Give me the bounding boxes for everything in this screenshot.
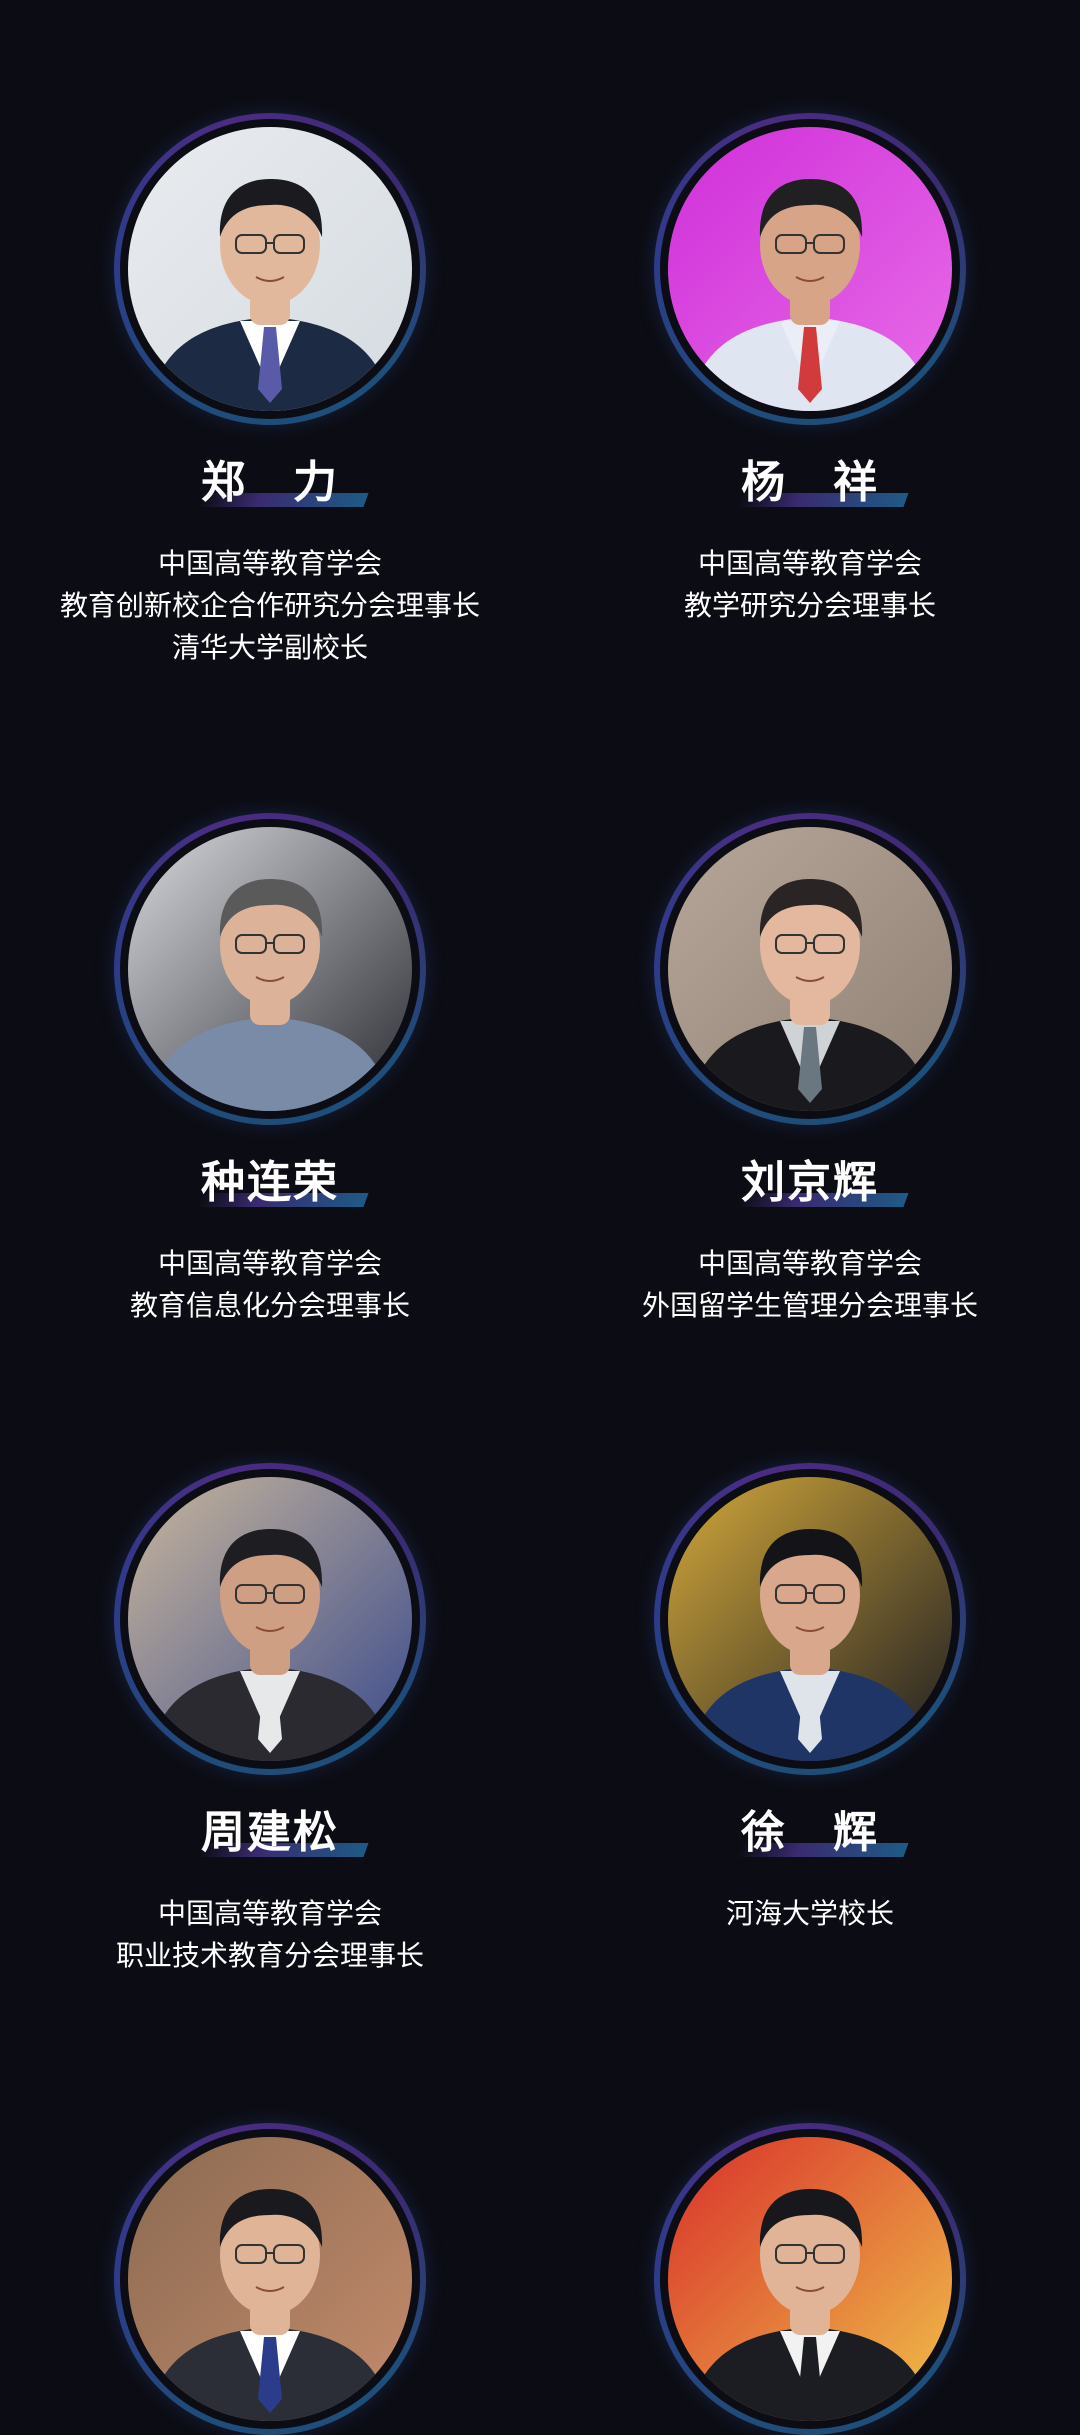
- speaker-photo[interactable]: [668, 2137, 952, 2421]
- portrait-ring: [654, 113, 966, 425]
- portrait-ring: [654, 1463, 966, 1775]
- portrait-illustration: [668, 1477, 952, 1761]
- speaker-titles: 中国高等教育学会 教育创新校企合作研究分会理事长 清华大学副校长: [0, 543, 540, 669]
- speaker-name: 杨 祥: [741, 457, 879, 508]
- speaker-card[interactable]: 郑 力 中国高等教育学会 教育创新校企合作研究分会理事长 清华大学副校长: [0, 113, 540, 669]
- portrait-ring: [654, 2123, 966, 2435]
- speaker-name-block: 杨 祥: [710, 453, 910, 513]
- portrait-illustration: [668, 827, 952, 1111]
- speaker-photo[interactable]: [128, 827, 412, 1111]
- speaker-photo[interactable]: [668, 127, 952, 411]
- portrait-illustration: [128, 127, 412, 411]
- portrait-illustration: [128, 827, 412, 1111]
- speaker-photo[interactable]: [128, 2137, 412, 2421]
- speaker-titles: 河海大学校长: [540, 1893, 1080, 1935]
- speaker-title-line: 清华大学副校长: [171, 631, 368, 664]
- speaker-title-line: 中国高等教育学会: [697, 1247, 922, 1280]
- speaker-title-line: 中国高等教育学会: [697, 547, 922, 580]
- speaker-card[interactable]: 徐 辉 河海大学校长: [540, 1463, 1080, 1935]
- speaker-photo[interactable]: [128, 1477, 412, 1761]
- speaker-photo[interactable]: [668, 827, 952, 1111]
- speaker-name-block: 周建松: [170, 1803, 370, 1863]
- speaker-card[interactable]: 刘京辉 中国高等教育学会 外国留学生管理分会理事长: [540, 813, 1080, 1327]
- speaker-titles: 中国高等教育学会 外国留学生管理分会理事长: [540, 1243, 1080, 1327]
- speaker-title-line: 教学研究分会理事长: [683, 589, 936, 622]
- portrait-ring: [654, 813, 966, 1125]
- portrait-ring: [114, 113, 426, 425]
- speaker-card[interactable]: [0, 2123, 540, 2435]
- speaker-title-line: 职业技术教育分会理事长: [115, 1939, 424, 1972]
- portrait-ring: [114, 2123, 426, 2435]
- speaker-title-line: 中国高等教育学会: [157, 1897, 382, 1930]
- portrait-ring: [114, 1463, 426, 1775]
- portrait-ring: [114, 813, 426, 1125]
- speaker-name: 郑 力: [201, 457, 339, 508]
- speaker-card[interactable]: 种连荣 中国高等教育学会 教育信息化分会理事长: [0, 813, 540, 1327]
- speaker-title-line: 教育创新校企合作研究分会理事长: [59, 589, 480, 622]
- speaker-name: 种连荣: [201, 1157, 339, 1208]
- speaker-title-line: 外国留学生管理分会理事长: [641, 1289, 978, 1322]
- portrait-illustration: [668, 2137, 952, 2421]
- portrait-illustration: [668, 127, 952, 411]
- speaker-name-block: 刘京辉: [710, 1153, 910, 1213]
- speaker-card[interactable]: 周建松 中国高等教育学会 职业技术教育分会理事长: [0, 1463, 540, 1977]
- speaker-grid: 郑 力 中国高等教育学会 教育创新校企合作研究分会理事长 清华大学副校长 杨 祥…: [0, 0, 1080, 2435]
- speaker-name-block: 种连荣: [170, 1153, 370, 1213]
- speaker-titles: 中国高等教育学会 教学研究分会理事长: [540, 543, 1080, 627]
- portrait-illustration: [128, 1477, 412, 1761]
- speaker-name: 徐 辉: [741, 1807, 879, 1858]
- speaker-name: 周建松: [201, 1807, 339, 1858]
- speaker-name-block: 徐 辉: [710, 1803, 910, 1863]
- speaker-title-line: 中国高等教育学会: [157, 547, 382, 580]
- portrait-illustration: [128, 2137, 412, 2421]
- speaker-card[interactable]: 杨 祥 中国高等教育学会 教学研究分会理事长: [540, 113, 1080, 627]
- speaker-title-line: 教育信息化分会理事长: [129, 1289, 410, 1322]
- speaker-title-line: 中国高等教育学会: [157, 1247, 382, 1280]
- speaker-titles: 中国高等教育学会 职业技术教育分会理事长: [0, 1893, 540, 1977]
- speaker-name-block: 郑 力: [170, 453, 370, 513]
- speaker-photo[interactable]: [128, 127, 412, 411]
- speaker-titles: 中国高等教育学会 教育信息化分会理事长: [0, 1243, 540, 1327]
- speaker-photo[interactable]: [668, 1477, 952, 1761]
- speaker-title-line: 河海大学校长: [725, 1897, 894, 1930]
- speaker-name: 刘京辉: [741, 1157, 879, 1208]
- speaker-card[interactable]: [540, 2123, 1080, 2435]
